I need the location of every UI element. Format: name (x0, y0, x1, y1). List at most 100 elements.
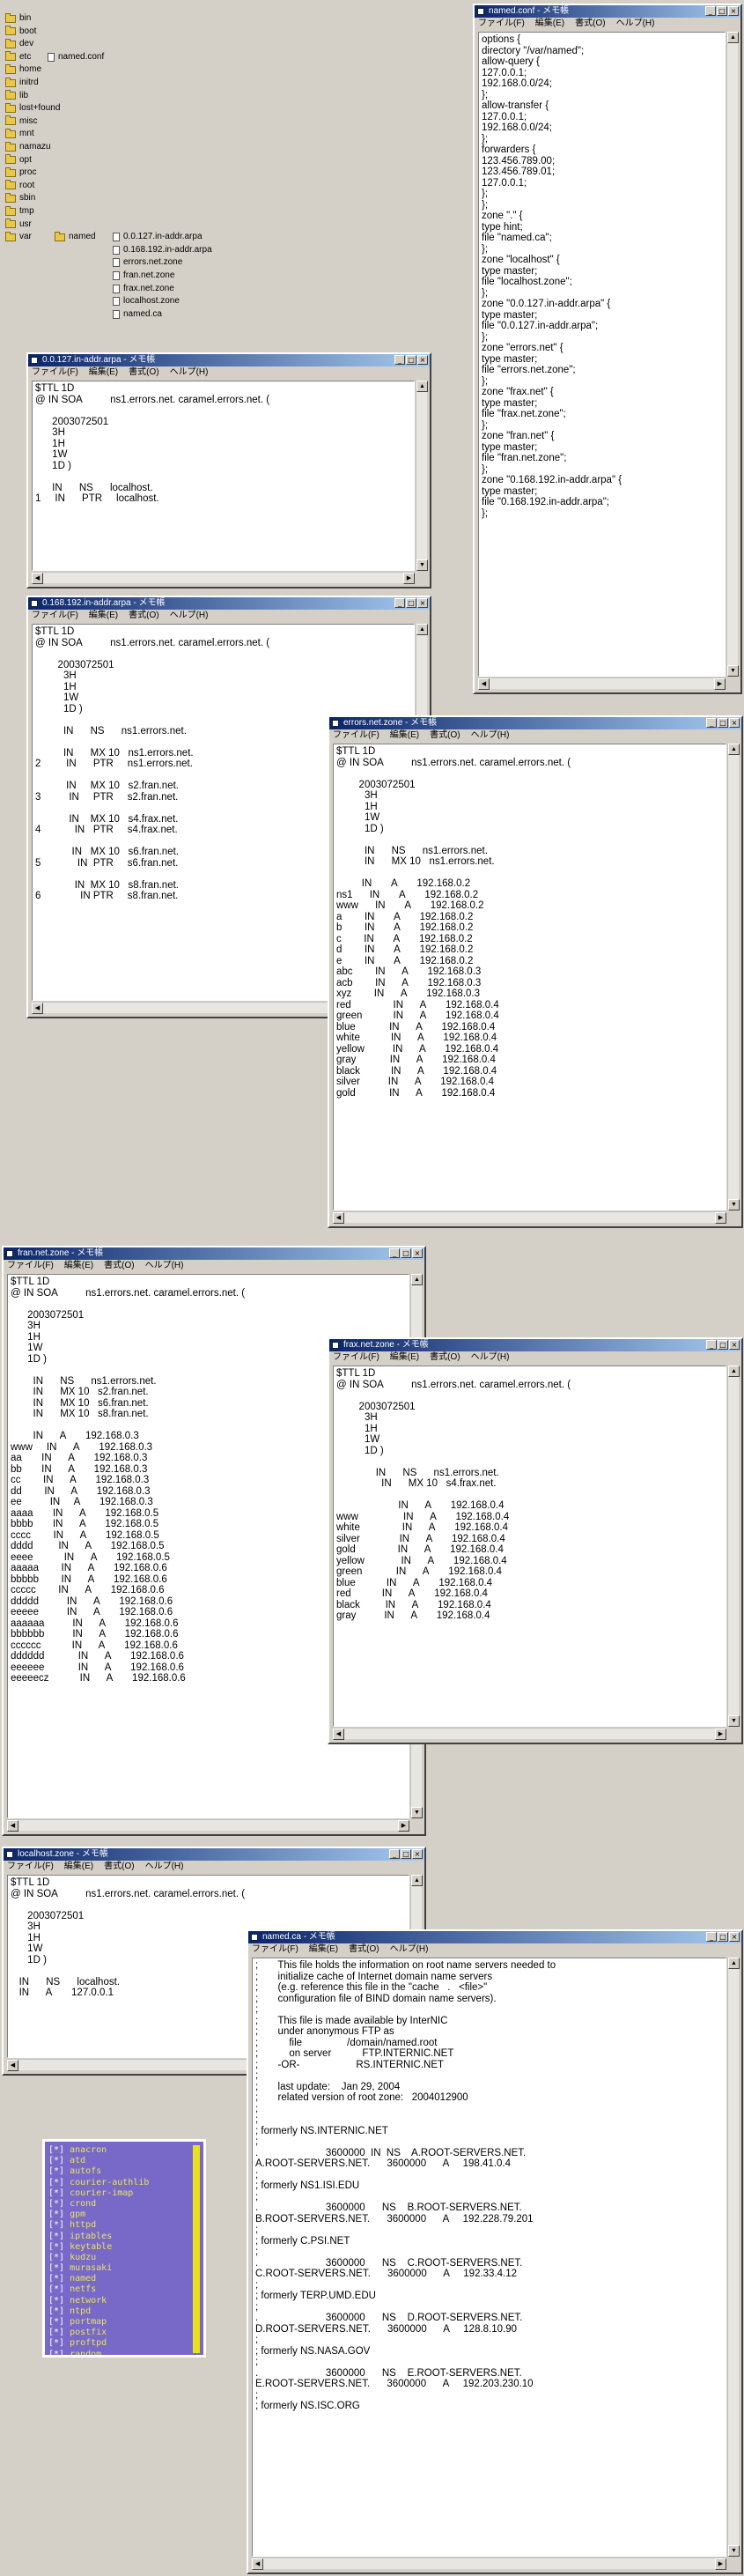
tree-folder-lost-found[interactable]: lost+found (5, 102, 60, 115)
maximize-button[interactable]: □ (717, 6, 727, 16)
menu-file[interactable]: ファイル(F) (478, 18, 525, 30)
tree-file-fran-net-zone[interactable]: fran.net.zone (113, 270, 174, 282)
tree-folder-var[interactable]: var (5, 231, 32, 243)
service-enabled-checkbox[interactable]: [*] (48, 2232, 64, 2241)
tree-file-errors-net-zone[interactable]: errors.net.zone (113, 256, 182, 269)
horizontal-scrollbar[interactable]: ◀▶ (333, 1211, 726, 1224)
title-bar[interactable]: 0.168.192.in-addr.arpa - メモ帳 _ □ × (28, 597, 430, 610)
maximize-button[interactable]: □ (718, 718, 728, 728)
tree-file-0-168-192-in-addr-arpa[interactable]: 0.168.192.in-addr.arpa (113, 244, 212, 256)
menu-help[interactable]: ヘルプ(H) (170, 610, 209, 622)
scroll-right-arrow-icon[interactable]: ▶ (715, 2558, 726, 2570)
menu-help[interactable]: ヘルプ(H) (616, 18, 655, 30)
scroll-left-arrow-icon[interactable]: ◀ (252, 2558, 263, 2570)
title-bar[interactable]: named.conf - メモ帳 _ □ × (475, 5, 740, 18)
service-item[interactable]: [*] crond (45, 2199, 203, 2210)
minimize-button[interactable]: _ (706, 1340, 717, 1350)
scroll-left-arrow-icon[interactable]: ◀ (478, 678, 490, 690)
menu-edit[interactable]: 編集(E) (309, 1943, 338, 1956)
menu-format[interactable]: 書式(O) (129, 610, 158, 622)
menu-file[interactable]: ファイル(F) (32, 366, 78, 379)
scroll-right-arrow-icon[interactable]: ▶ (398, 1820, 409, 1832)
tree-folder-proc[interactable]: proc (5, 167, 36, 179)
menu-edit[interactable]: 編集(E) (390, 1351, 419, 1364)
service-item[interactable]: [*] autofs (45, 2166, 203, 2177)
service-enabled-checkbox[interactable]: [*] (48, 2199, 64, 2209)
title-bar[interactable]: fran.net.zone - メモ帳 _ □ × (4, 1247, 424, 1260)
scroll-down-arrow-icon[interactable]: ▼ (727, 665, 739, 677)
scroll-up-arrow-icon[interactable]: ▲ (416, 381, 428, 392)
menu-edit[interactable]: 編集(E) (64, 1260, 93, 1272)
text-editor-area[interactable]: $TTL 1D @ IN SOA ns1.errors.net. caramel… (333, 1366, 726, 1727)
tree-file-frax-net-zone[interactable]: frax.net.zone (113, 283, 174, 295)
menu-file[interactable]: ファイル(F) (7, 1861, 54, 1873)
tree-file-localhost-zone[interactable]: localhost.zone (113, 295, 180, 307)
service-item[interactable]: [*] kudzu (45, 2253, 203, 2263)
menu-edit[interactable]: 編集(E) (390, 729, 419, 742)
service-enabled-checkbox[interactable]: [*] (48, 2220, 64, 2230)
scroll-right-arrow-icon[interactable]: ▶ (715, 1212, 726, 1224)
menu-format[interactable]: 書式(O) (104, 1260, 134, 1272)
vertical-scrollbar[interactable]: ▲▼ (727, 744, 740, 1210)
tree-folder-tmp[interactable]: tmp (5, 205, 34, 218)
service-enabled-checkbox[interactable]: [*] (48, 2338, 64, 2348)
scroll-down-arrow-icon[interactable]: ▼ (728, 1715, 740, 1727)
menu-edit[interactable]: 編集(E) (64, 1861, 93, 1873)
close-button[interactable]: × (729, 718, 740, 728)
service-enabled-checkbox[interactable]: [*] (48, 2178, 64, 2187)
menu-help[interactable]: ヘルプ(H) (170, 366, 209, 379)
minimize-button[interactable]: _ (706, 1932, 717, 1942)
scroll-left-arrow-icon[interactable]: ◀ (32, 573, 43, 584)
scroll-down-arrow-icon[interactable]: ▼ (416, 559, 428, 571)
tree-folder-mnt[interactable]: mnt (5, 128, 34, 140)
service-item[interactable]: [*] courier-imap (45, 2188, 203, 2199)
service-enabled-checkbox[interactable]: [*] (48, 2274, 64, 2284)
close-button[interactable]: × (417, 598, 428, 608)
tree-folder-sbin[interactable]: sbin (5, 192, 35, 204)
resize-grip[interactable] (727, 1728, 739, 1739)
maximize-button[interactable]: □ (401, 1849, 411, 1859)
close-button[interactable]: × (729, 1340, 740, 1350)
tree-file-named-conf[interactable]: named.conf (48, 51, 104, 63)
service-item[interactable]: [*] proftpd (45, 2338, 203, 2349)
menu-help[interactable]: ヘルプ(H) (145, 1861, 184, 1873)
scroll-left-arrow-icon[interactable]: ◀ (7, 2060, 18, 2071)
maximize-button[interactable]: □ (401, 1248, 411, 1258)
text-editor-area[interactable]: options { directory "/var/named"; allow-… (478, 32, 726, 677)
close-button[interactable]: × (412, 1248, 423, 1258)
menu-file[interactable]: ファイル(F) (7, 1260, 54, 1272)
menu-help[interactable]: ヘルプ(H) (390, 1943, 429, 1956)
maximize-button[interactable]: □ (718, 1340, 728, 1350)
scroll-down-arrow-icon[interactable]: ▼ (728, 1199, 740, 1210)
service-enabled-checkbox[interactable]: [*] (48, 2145, 64, 2155)
vertical-scrollbar[interactable]: ▲▼ (727, 1958, 740, 2557)
scroll-left-arrow-icon[interactable]: ◀ (333, 1728, 344, 1740)
service-enabled-checkbox[interactable]: [*] (48, 2328, 64, 2337)
service-enabled-checkbox[interactable]: [*] (48, 2350, 64, 2355)
service-list-scrollbar[interactable] (193, 2145, 200, 2353)
scroll-down-arrow-icon[interactable]: ▼ (728, 2545, 740, 2557)
menu-help[interactable]: ヘルプ(H) (471, 1351, 510, 1364)
resize-grip[interactable] (727, 2557, 739, 2569)
service-enabled-checkbox[interactable]: [*] (48, 2242, 64, 2252)
service-item[interactable]: [*] netfs (45, 2284, 203, 2295)
menu-file[interactable]: ファイル(F) (333, 1351, 379, 1364)
tree-file-0-0-127-in-addr-arpa[interactable]: 0.0.127.in-addr.arpa (113, 231, 203, 243)
service-enabled-checkbox[interactable]: [*] (48, 2263, 64, 2273)
menu-format[interactable]: 書式(O) (349, 1943, 379, 1956)
resize-grip[interactable] (726, 677, 738, 689)
service-enabled-checkbox[interactable]: [*] (48, 2296, 64, 2306)
service-item[interactable]: [*] courier-authlib (45, 2178, 203, 2188)
title-bar[interactable]: errors.net.zone - メモ帳 _ □ × (329, 717, 741, 729)
tree-folder-lib[interactable]: lib (5, 90, 28, 102)
service-item[interactable]: [*] keytable (45, 2242, 203, 2253)
resize-grip[interactable] (727, 1211, 739, 1223)
service-enabled-checkbox[interactable]: [*] (48, 2166, 64, 2176)
service-item[interactable]: [*] named (45, 2274, 203, 2284)
tree-folder-named[interactable]: named (55, 231, 96, 243)
minimize-button[interactable]: _ (389, 1849, 400, 1859)
scroll-up-arrow-icon[interactable]: ▲ (727, 32, 739, 43)
scroll-right-arrow-icon[interactable]: ▶ (403, 573, 415, 584)
tree-folder-etc[interactable]: etc (5, 51, 31, 63)
scroll-up-arrow-icon[interactable]: ▲ (416, 624, 428, 635)
